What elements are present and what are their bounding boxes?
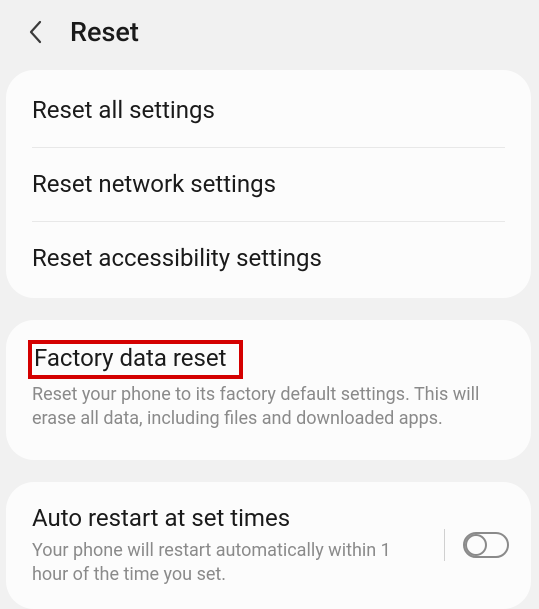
- header: Reset: [0, 0, 539, 66]
- reset-accessibility-settings-row[interactable]: Reset accessibility settings: [6, 222, 531, 295]
- auto-restart-row[interactable]: Auto restart at set times Your phone wil…: [6, 486, 531, 605]
- row-description: Your phone will restart automatically wi…: [32, 539, 436, 588]
- row-label: Reset accessibility settings: [32, 244, 505, 273]
- reset-network-settings-row[interactable]: Reset network settings: [6, 148, 531, 221]
- vertical-divider: [444, 529, 445, 561]
- back-icon[interactable]: [26, 18, 44, 46]
- highlight-annotation: Factory data reset: [28, 340, 243, 379]
- factory-data-reset-row[interactable]: Factory data reset Reset your phone to i…: [6, 324, 531, 455]
- row-description: Reset your phone to its factory default …: [32, 383, 505, 432]
- row-label: Reset all settings: [32, 96, 505, 125]
- row-label: Reset network settings: [32, 170, 505, 199]
- toggle-knob: [465, 534, 487, 556]
- reset-options-card: Reset all settings Reset network setting…: [6, 70, 531, 298]
- reset-all-settings-row[interactable]: Reset all settings: [6, 74, 531, 147]
- factory-reset-card: Factory data reset Reset your phone to i…: [6, 320, 531, 459]
- row-label: Auto restart at set times: [32, 504, 436, 533]
- toggle-group: [444, 529, 509, 561]
- page-title: Reset: [70, 16, 139, 48]
- auto-restart-toggle[interactable]: [463, 532, 509, 558]
- auto-restart-card: Auto restart at set times Your phone wil…: [6, 482, 531, 609]
- row-label: Factory data reset: [34, 344, 227, 373]
